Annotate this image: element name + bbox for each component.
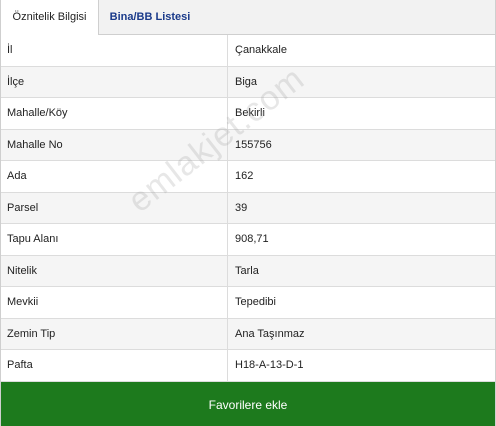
- row-value-mevkii: Tepedibi: [235, 296, 276, 308]
- tab-attribute-info[interactable]: Öznitelik Bilgisi: [1, 0, 99, 35]
- row-label-tapu-alani: Tapu Alanı: [1, 224, 228, 255]
- table-row: Pafta H18-A-13-D-1: [1, 350, 495, 382]
- attribute-table: İl Çanakkale İlçe Biga Mahalle/Köy Bekir…: [1, 35, 495, 382]
- tab-bar: Öznitelik Bilgisi Bina/BB Listesi: [1, 0, 495, 35]
- row-value-zemin-tip: Ana Taşınmaz: [235, 327, 305, 340]
- row-value-tapu-alani: 908,71: [235, 233, 269, 245]
- row-value-parsel: 39: [235, 201, 248, 214]
- row-value-ada: 162: [235, 170, 254, 182]
- add-to-favorites-button[interactable]: Favorilere ekle: [1, 382, 495, 426]
- table-row: Mahalle/Köy Bekirli: [1, 98, 495, 130]
- table-row: İl Çanakkale: [1, 35, 495, 67]
- row-value-mahalle-no: 155756: [235, 138, 272, 151]
- attribute-panel: Öznitelik Bilgisi Bina/BB Listesi İl Çan…: [0, 0, 496, 426]
- table-row: Nitelik Tarla: [1, 255, 495, 287]
- row-label-ilce: İlçe: [1, 66, 228, 97]
- row-value-nitelik: Tarla: [235, 264, 259, 277]
- table-row: Zemin Tip Ana Taşınmaz: [1, 318, 495, 350]
- table-row: İlçe Biga: [1, 66, 495, 98]
- row-label-mahalle-koy: Mahalle/Köy: [1, 98, 228, 129]
- table-row: Ada 162: [1, 161, 495, 193]
- row-value-ilce: Biga: [235, 75, 258, 88]
- row-value-pafta: H18-A-13-D-1: [235, 359, 304, 371]
- row-label-il: İl: [1, 35, 228, 66]
- row-label-nitelik: Nitelik: [1, 255, 228, 286]
- row-value-il: Çanakkale: [235, 44, 287, 56]
- row-value-mahalle-koy: Bekirli: [235, 107, 265, 119]
- row-label-parsel: Parsel: [1, 192, 228, 223]
- row-label-ada: Ada: [1, 161, 228, 192]
- table-row: Tapu Alanı 908,71: [1, 224, 495, 256]
- table-row: Mahalle No 155756: [1, 129, 495, 161]
- table-row: Mevkii Tepedibi: [1, 287, 495, 319]
- row-label-pafta: Pafta: [1, 350, 228, 381]
- row-label-mevkii: Mevkii: [1, 287, 228, 318]
- row-label-zemin-tip: Zemin Tip: [1, 318, 228, 349]
- tab-building-list[interactable]: Bina/BB Listesi: [99, 0, 201, 34]
- table-row: Parsel 39: [1, 192, 495, 224]
- row-label-mahalle-no: Mahalle No: [1, 129, 228, 160]
